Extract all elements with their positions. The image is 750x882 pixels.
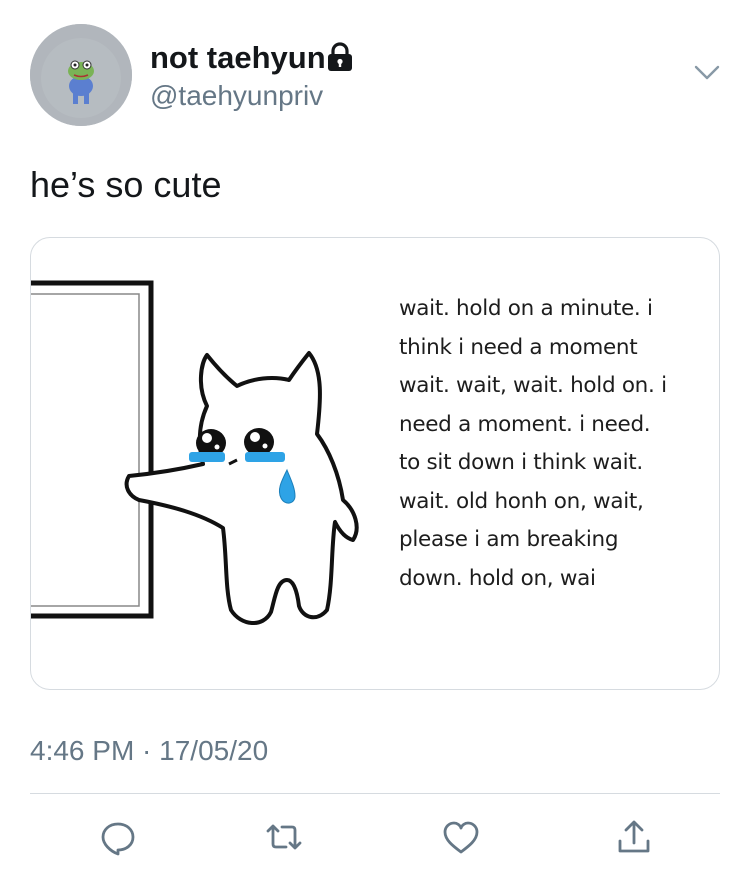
reply-button[interactable] (96, 815, 140, 859)
retweet-icon (266, 824, 302, 850)
chevron-down-icon[interactable] (694, 64, 720, 82)
timestamp[interactable]: 4:46 PM · 17/05/20 (30, 735, 268, 767)
meme-line: need a moment. i need. (399, 411, 651, 437)
heart-icon (443, 821, 479, 854)
tweet-text: he’s so cute (30, 164, 222, 205)
meme-line: please i am breaking (399, 527, 619, 552)
share-button[interactable] (612, 815, 656, 859)
meme-line: wait. old honh on, wait, (399, 488, 644, 514)
meme-text: wait. hold on a minute. i think i need a… (399, 290, 714, 598)
frog-avatar-icon (30, 24, 132, 126)
meme-line: to sit down i think wait. (399, 450, 643, 475)
display-name[interactable]: not taehyun (150, 40, 326, 76)
retweet-button[interactable] (262, 815, 306, 859)
divider (30, 793, 720, 794)
media-card[interactable]: wait. hold on a minute. i think i need a… (30, 237, 720, 690)
lock-icon (328, 42, 352, 71)
share-icon (618, 820, 650, 853)
handle[interactable]: @taehyunpriv (150, 80, 323, 112)
like-button[interactable] (439, 815, 483, 859)
meme-line: wait. wait, wait. hold on. i (399, 373, 667, 398)
avatar[interactable] (30, 24, 132, 126)
reply-icon (101, 822, 135, 856)
meme-line: down. hold on, wai (399, 565, 596, 591)
meme-line: think i need a moment (399, 334, 638, 360)
meme-line: wait. hold on a minute. i (399, 296, 653, 321)
